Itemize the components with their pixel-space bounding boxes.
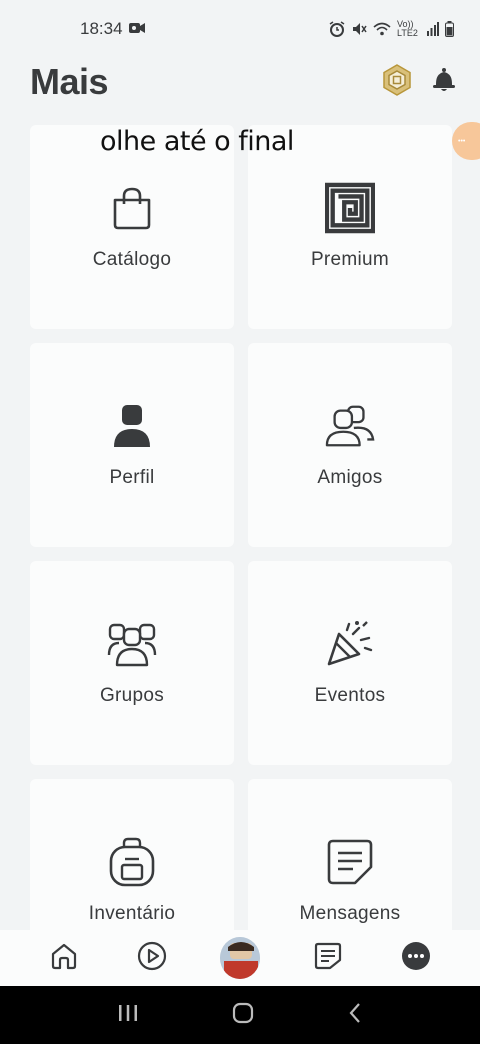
home-icon <box>50 942 78 975</box>
profile-icon <box>107 401 157 451</box>
more-icon <box>401 941 431 976</box>
page-header: Mais <box>0 52 480 112</box>
tile-label: Premium <box>310 249 390 270</box>
notification-bell-icon[interactable] <box>432 67 456 98</box>
tile-label: Inventário <box>88 903 176 924</box>
play-icon <box>137 941 167 976</box>
premium-icon <box>325 182 375 234</box>
bottom-navigation <box>0 930 480 986</box>
tile-label: Amigos <box>317 467 383 488</box>
tile-label: Catálogo <box>92 249 172 270</box>
tile-profile[interactable]: Perfil <box>30 343 234 547</box>
home-button-icon[interactable] <box>232 1002 254 1029</box>
nav-more[interactable] <box>396 938 436 978</box>
recent-apps-icon[interactable] <box>117 1003 139 1028</box>
status-bar: 18:34 Vo)) LTE2 <box>0 0 480 58</box>
mute-icon <box>351 21 367 37</box>
nav-home[interactable] <box>44 938 84 978</box>
tile-label: Mensagens <box>299 903 401 924</box>
battery-icon <box>445 21 454 37</box>
nav-discover[interactable] <box>132 938 172 978</box>
party-popper-icon <box>325 619 375 669</box>
tile-label: Perfil <box>109 467 155 488</box>
avatar <box>220 937 260 979</box>
nav-avatar[interactable] <box>220 937 260 979</box>
video-caption-overlay: olhe até o final <box>100 126 294 157</box>
friends-icon <box>325 401 375 451</box>
message-icon <box>325 837 375 887</box>
wifi-icon <box>373 22 391 36</box>
page-title: Mais <box>30 61 109 102</box>
tile-friends[interactable]: Amigos <box>248 343 452 547</box>
nav-chat[interactable] <box>308 938 348 978</box>
more-menu-grid: Catálogo Premium Perfil Amigos Grupos Ev… <box>30 125 452 983</box>
tile-events[interactable]: Eventos <box>248 561 452 765</box>
floating-bubble-icon[interactable]: ••• <box>452 122 480 160</box>
network-label: Vo)) LTE2 <box>397 19 418 38</box>
tile-label: Grupos <box>99 685 165 706</box>
video-record-icon <box>128 19 145 39</box>
shopping-bag-icon <box>107 183 157 233</box>
system-navigation-bar <box>0 986 480 1044</box>
alarm-icon <box>329 21 345 37</box>
groups-icon <box>107 619 157 669</box>
tile-groups[interactable]: Grupos <box>30 561 234 765</box>
chat-icon <box>314 942 342 975</box>
backpack-icon <box>107 837 157 887</box>
tile-label: Eventos <box>314 685 386 706</box>
signal-icon <box>427 22 439 36</box>
back-icon[interactable] <box>347 1002 363 1029</box>
status-time: 18:34 <box>80 19 123 38</box>
robux-icon[interactable] <box>380 63 414 102</box>
